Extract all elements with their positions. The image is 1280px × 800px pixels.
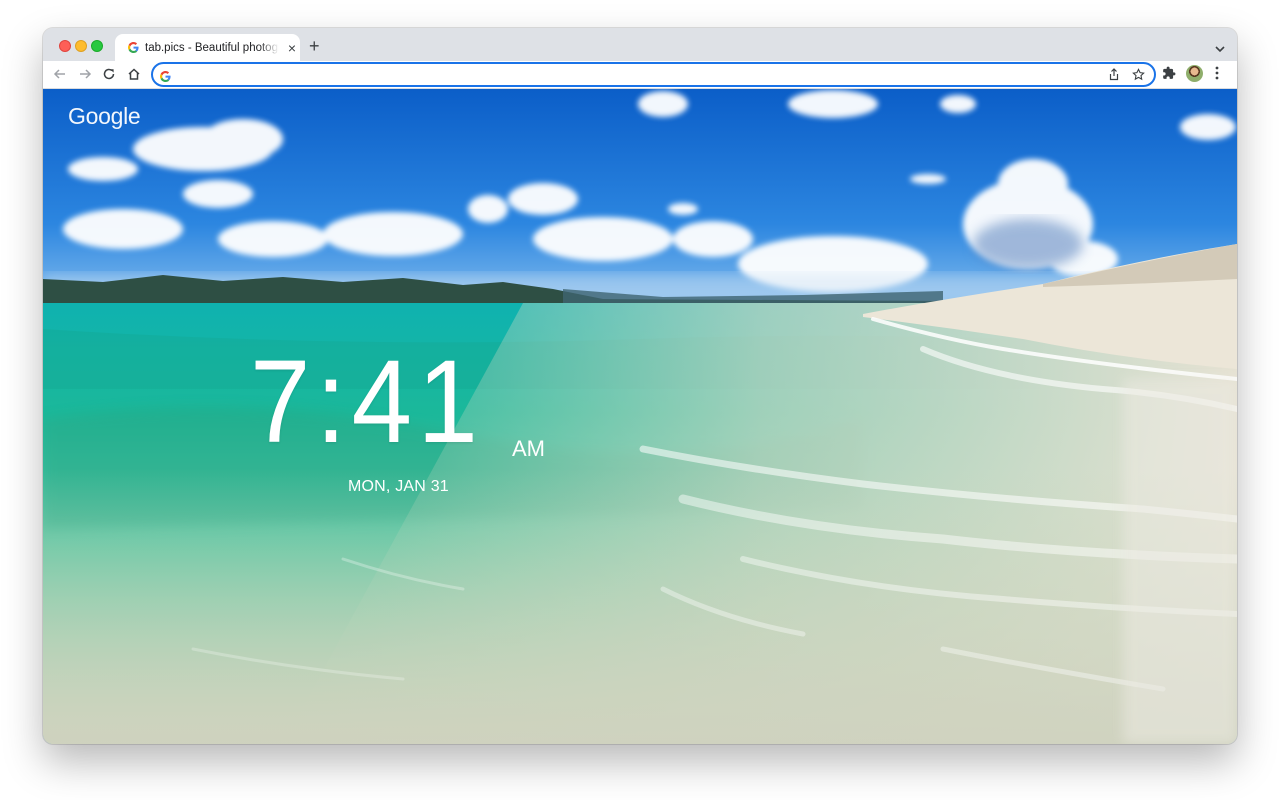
puzzle-icon[interactable] [1162,66,1176,85]
address-input[interactable] [178,66,1106,83]
tab-close-icon[interactable]: × [285,41,299,55]
browser-toolbar [43,61,1237,89]
arrow-right-icon[interactable] [76,65,94,83]
clock-date: MON, JAN 31 [348,478,449,495]
star-icon[interactable] [1130,67,1146,83]
tab-strip: tab.pics - Beautiful photographs × + [43,28,1237,61]
home-icon[interactable] [125,65,143,83]
tab-active[interactable]: tab.pics - Beautiful photographs × [115,34,300,61]
profile-avatar[interactable] [1186,65,1203,82]
clock-time: 7:41 [250,336,484,468]
chevron-down-icon[interactable] [1215,40,1225,58]
google-g-icon [160,69,172,82]
google-favicon-icon [127,42,139,54]
clock-widget: 7:41 AM MON, JAN 31 [250,336,545,495]
zoom-window-button[interactable] [91,40,103,52]
tab-title: tab.pics - Beautiful photographs [145,41,279,54]
close-window-button[interactable] [59,40,71,52]
kebab-menu-icon[interactable] [1215,66,1219,85]
minimize-window-button[interactable] [75,40,87,52]
address-bar[interactable] [151,62,1156,87]
browser-window: tab.pics - Beautiful photographs × + [43,28,1237,744]
arrow-left-icon[interactable] [51,65,69,83]
reload-icon[interactable] [100,65,118,83]
clock-ampm: AM [512,436,545,461]
new-tab-page: Google 7:41 AM MON, JAN 31 [43,89,1237,744]
share-icon[interactable] [1106,67,1122,83]
google-logo[interactable]: Google [68,103,141,130]
beach-background-image [43,89,1237,744]
new-tab-button[interactable]: + [309,37,320,55]
